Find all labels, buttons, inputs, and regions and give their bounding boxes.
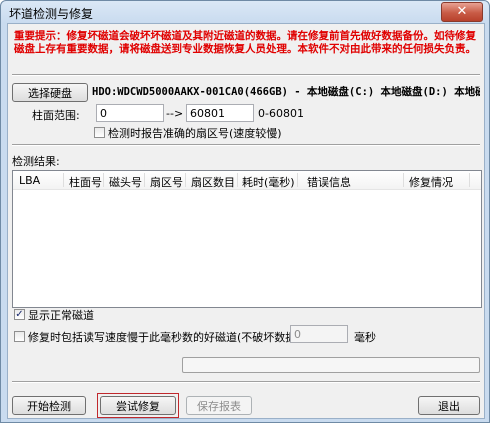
column-header-cylinder[interactable]: 柱面号 xyxy=(69,174,102,190)
column-separator xyxy=(469,173,470,187)
range-arrow: --> xyxy=(166,107,184,120)
report-sector-checkbox[interactable] xyxy=(94,127,105,138)
divider xyxy=(12,144,480,146)
column-separator xyxy=(237,173,238,187)
warning-text: 重要提示：修复坏磁道会破坏坏磁道及其附近磁道的数据。请在修复前首先做好数据备份。… xyxy=(14,30,476,55)
column-header-error[interactable]: 错误信息 xyxy=(307,174,351,190)
close-button[interactable]: ✕ xyxy=(441,2,483,22)
divider xyxy=(12,381,480,383)
dialog-body: 重要提示：修复坏磁道会破坏坏磁道及其附近磁道的数据。请在修复前首先做好数据备份。… xyxy=(7,23,485,419)
column-header-sector[interactable]: 扇区号 xyxy=(150,174,183,190)
exit-button[interactable]: 退出 xyxy=(418,396,480,415)
repair-slow-checkbox[interactable] xyxy=(14,331,25,342)
column-separator xyxy=(297,173,298,187)
show-normal-checkbox[interactable]: ✓ xyxy=(14,309,25,320)
progress-bar xyxy=(182,357,480,373)
repair-slow-label: 修复时包括读写速度慢于此毫秒数的好磁道(不破坏数据)： xyxy=(28,331,312,344)
results-label: 检测结果: xyxy=(12,155,60,168)
title-bar: 坏道检测与修复 ✕ xyxy=(1,1,489,23)
table-header: LBA 柱面号 磁头号 扇区号 扇区数目 耗时(毫秒) 错误信息 修复情况 xyxy=(13,171,481,190)
column-header-time[interactable]: 耗时(毫秒) xyxy=(242,174,295,190)
save-report-button[interactable]: 保存报表 xyxy=(186,396,252,415)
column-header-head[interactable]: 磁头号 xyxy=(109,174,142,190)
column-header-lba[interactable]: LBA xyxy=(19,174,40,187)
range-hint: 0-60801 xyxy=(258,107,304,120)
cylinder-range-label: 柱面范围: xyxy=(32,109,80,122)
show-normal-label: 显示正常磁道 xyxy=(28,309,94,322)
column-header-sector-count[interactable]: 扇区数目 xyxy=(191,174,235,190)
column-separator xyxy=(63,173,64,187)
select-disk-button[interactable]: 选择硬盘 xyxy=(12,83,88,102)
results-table[interactable]: LBA 柱面号 磁头号 扇区号 扇区数目 耗时(毫秒) 错误信息 修复情况 xyxy=(12,170,482,308)
report-sector-label: 检测时报告准确的扇区号(速度较慢) xyxy=(108,127,282,140)
column-header-repair[interactable]: 修复情况 xyxy=(409,174,453,190)
divider xyxy=(12,74,480,76)
column-separator xyxy=(103,173,104,187)
window-title: 坏道检测与修复 xyxy=(9,7,94,21)
try-repair-button[interactable]: 尝试修复 xyxy=(100,396,176,415)
app-window: 坏道检测与修复 ✕ 重要提示：修复坏磁道会破坏坏磁道及其附近磁道的数据。请在修复… xyxy=(0,0,490,423)
cylinder-to-input[interactable]: 60801 xyxy=(186,104,254,122)
cylinder-from-input[interactable]: 0 xyxy=(96,104,164,122)
column-separator xyxy=(185,173,186,187)
start-scan-button[interactable]: 开始检测 xyxy=(12,396,86,415)
disk-info: HDO:WDCWD5000AAKX-001CA0(466GB) - 本地磁盘(C… xyxy=(92,86,480,98)
ms-unit-label: 毫秒 xyxy=(354,331,376,344)
column-separator xyxy=(403,173,404,187)
slow-ms-input[interactable]: 0 xyxy=(290,325,348,343)
column-separator xyxy=(144,173,145,187)
